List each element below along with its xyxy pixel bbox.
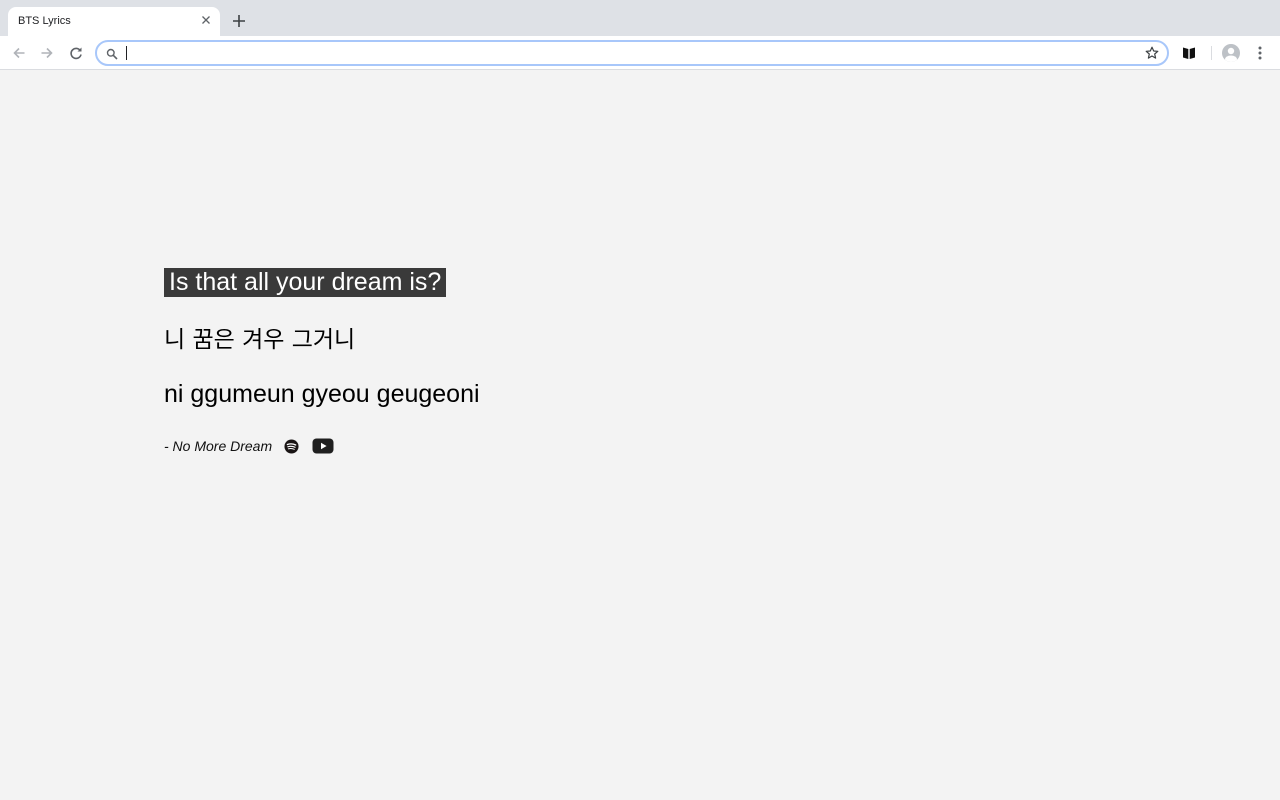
search-icon — [106, 47, 118, 60]
close-icon[interactable] — [198, 12, 214, 28]
song-credit: - No More Dream — [164, 437, 334, 455]
address-input[interactable] — [123, 44, 1133, 62]
arrow-left-icon[interactable] — [10, 44, 28, 62]
youtube-icon[interactable] — [312, 438, 334, 454]
text-caret — [126, 46, 127, 60]
song-title: - No More Dream — [164, 438, 273, 454]
avatar-icon[interactable] — [1222, 44, 1240, 62]
lyric-korean: 니 꿈은 겨우 그거니 — [164, 327, 356, 353]
browser-toolbar — [0, 36, 1280, 70]
book-icon[interactable] — [1181, 45, 1197, 61]
kebab-menu-icon[interactable] — [1253, 45, 1267, 61]
plus-icon[interactable] — [230, 12, 248, 30]
lyric-english: Is that all your dream is? — [164, 268, 447, 297]
reload-icon[interactable] — [67, 44, 85, 62]
tab-strip: BTS Lyrics — [0, 0, 1280, 36]
arrow-right-icon[interactable] — [38, 44, 56, 62]
star-icon[interactable] — [1145, 46, 1159, 60]
address-bar[interactable] — [95, 40, 1169, 66]
lyric-romanized: ni ggumeun gyeou geugeoni — [164, 380, 480, 408]
toolbar-divider — [1211, 46, 1212, 60]
tab-bts-lyrics[interactable]: BTS Lyrics — [8, 7, 220, 36]
spotify-icon[interactable] — [284, 438, 299, 454]
tab-title: BTS Lyrics — [18, 15, 71, 27]
